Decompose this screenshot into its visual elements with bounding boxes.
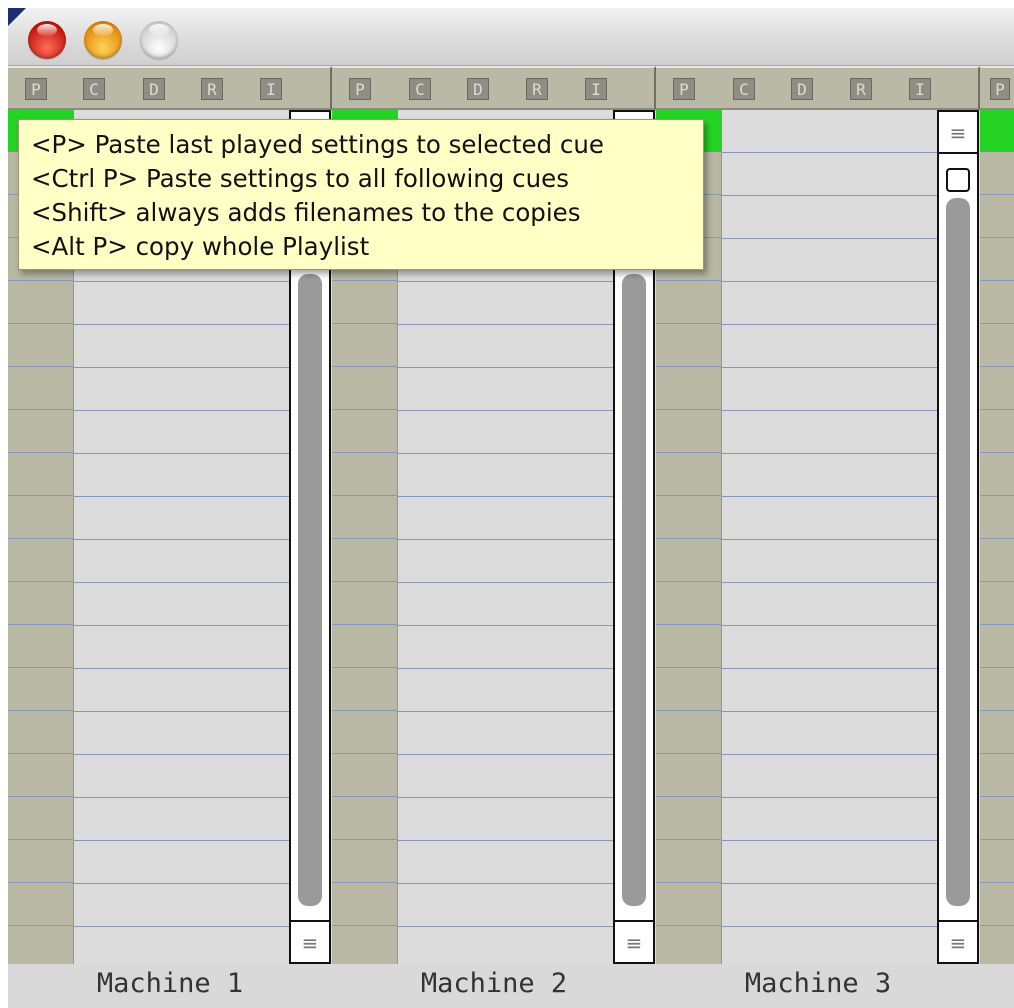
i-button[interactable]: I	[909, 78, 931, 100]
minimize-button[interactable]	[84, 21, 122, 59]
zoom-button[interactable]	[140, 21, 178, 59]
machine-label-bar: Machine 1 Machine 2 Machine 3	[8, 964, 1014, 1008]
d-button[interactable]: D	[143, 78, 165, 100]
cue-number-gutter[interactable]	[656, 152, 722, 964]
i-button[interactable]: I	[260, 78, 282, 100]
tooltip-line: <Shift> always adds filenames to the cop…	[31, 198, 581, 227]
vertical-scrollbar[interactable]: ≡ ≡	[937, 110, 979, 964]
machine-2-label: Machine 2	[420, 968, 568, 999]
paste-button[interactable]: P	[349, 78, 371, 100]
copy-button[interactable]: C	[409, 78, 431, 100]
scroll-track[interactable]	[622, 274, 646, 906]
scroll-up-arrow-icon[interactable]: ≡	[939, 112, 977, 154]
scroll-thumb[interactable]	[946, 168, 970, 192]
column-header-2: P C D R I	[332, 66, 656, 110]
machine-1-label: Machine 1	[96, 968, 244, 999]
machine-3-label: Machine 3	[744, 968, 892, 999]
d-button[interactable]: D	[791, 78, 813, 100]
tooltip-line: <Alt P> copy whole Playlist	[31, 232, 370, 261]
close-button[interactable]	[28, 21, 66, 59]
copy-button[interactable]: C	[733, 78, 755, 100]
tooltip-line: <P> Paste last played settings to select…	[31, 130, 604, 159]
paste-button[interactable]: P	[25, 78, 47, 100]
i-button[interactable]: I	[585, 78, 607, 100]
paste-button[interactable]: P	[673, 78, 695, 100]
d-button[interactable]: D	[467, 78, 489, 100]
r-button[interactable]: R	[526, 78, 548, 100]
scroll-down-arrow-icon[interactable]: ≡	[291, 920, 329, 962]
cue-number-gutter[interactable]	[8, 152, 74, 964]
column-header-1: P C D R I	[8, 66, 332, 110]
title-bar[interactable]	[8, 8, 1014, 66]
machine-column-3: P C D R I ≡ ≡	[656, 66, 980, 966]
r-button[interactable]: R	[850, 78, 872, 100]
scroll-down-arrow-icon[interactable]: ≡	[615, 920, 653, 962]
paste-button[interactable]: P	[990, 78, 1010, 100]
column-header-4: P	[980, 66, 1014, 110]
active-cue-indicator[interactable]	[980, 110, 1014, 152]
scroll-track[interactable]	[298, 274, 322, 906]
copy-button[interactable]: C	[83, 78, 105, 100]
cue-number-gutter[interactable]	[332, 152, 398, 964]
scroll-track[interactable]	[946, 198, 970, 906]
cue-number-gutter[interactable]	[980, 152, 1014, 964]
cue-list[interactable]	[722, 110, 938, 964]
machine-column-4: P	[980, 66, 1014, 966]
r-button[interactable]: R	[201, 78, 223, 100]
column-header-3: P C D R I	[656, 66, 980, 110]
tooltip-line: <Ctrl P> Paste settings to all following…	[31, 164, 569, 193]
paste-tooltip: <P> Paste last played settings to select…	[18, 119, 704, 270]
scroll-down-arrow-icon[interactable]: ≡	[939, 920, 977, 962]
